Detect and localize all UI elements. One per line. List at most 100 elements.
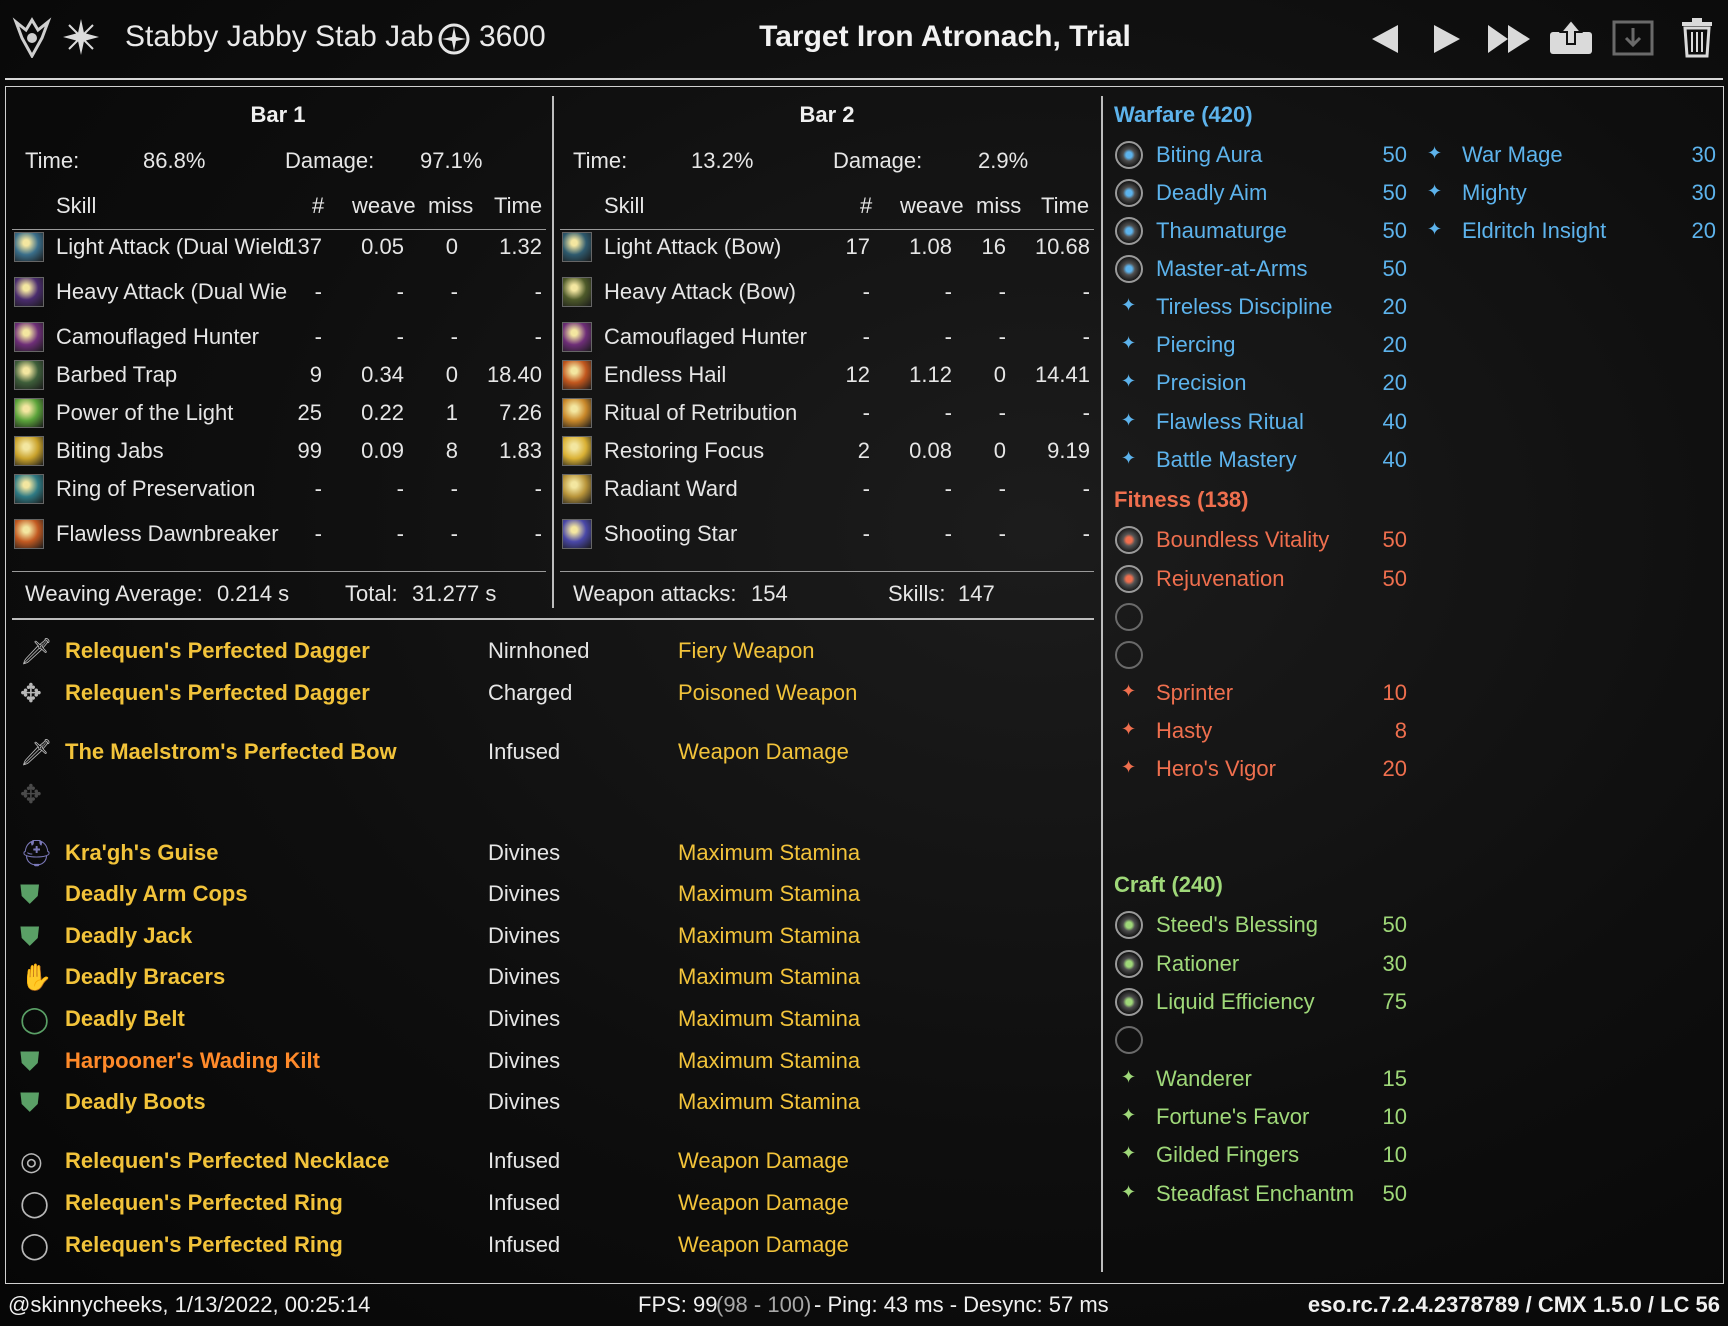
gear-divider (12, 618, 1094, 620)
bar1-header-line (12, 229, 546, 230)
skill-name: Shooting Star (604, 521, 738, 546)
bar1-time-value: 86.8% (143, 148, 206, 173)
cp-points: 10 (1382, 1104, 1407, 1129)
prev-icon[interactable] (1368, 22, 1402, 61)
gear-enchant: Weapon Damage (678, 1232, 849, 1257)
dual-wield-heavy-icon (14, 277, 44, 307)
gear-trait: Divines (488, 840, 561, 865)
legs-icon: ⛊ (20, 1046, 40, 1076)
gear-enchant: Weapon Damage (678, 739, 849, 764)
cp-points: 50 (1382, 527, 1407, 552)
cp-name: Rejuvenation (1156, 566, 1285, 591)
craft-title: Craft (240) (1114, 872, 1223, 897)
bow-heavy-icon (562, 277, 592, 307)
radiant-ward-icon (562, 474, 592, 504)
skill-time: 1.83 (499, 438, 542, 463)
skill-count: 9 (309, 362, 322, 387)
gear-name: Relequen's Perfected Ring (65, 1190, 343, 1215)
cp-name: Eldritch Insight (1462, 218, 1607, 243)
character-name: Stabby Jabby Stab Jab (125, 20, 434, 53)
cp-star-icon: ✦ (1121, 681, 1137, 701)
cp-points: 30 (1382, 951, 1407, 976)
cp-name: Biting Aura (1156, 142, 1263, 167)
skill-count: 99 (297, 438, 322, 463)
skill-miss: 0 (993, 362, 1006, 387)
bar2-col-miss: miss (976, 193, 1022, 218)
skill-count: 137 (285, 234, 322, 259)
gear-enchant: Maximum Stamina (678, 1048, 861, 1073)
cp-name: Master-at-Arms (1156, 256, 1308, 281)
skill-time: - (1082, 279, 1090, 304)
skills-label: Skills: (888, 581, 946, 606)
skill-miss: - (450, 324, 458, 349)
cp-points: 8 (1394, 718, 1407, 743)
bar1-damage-value: 97.1% (420, 148, 483, 173)
skill-count: 2 (857, 438, 870, 463)
gear-enchant: Maximum Stamina (678, 1089, 861, 1114)
cp-name: Hero's Vigor (1156, 756, 1276, 781)
cp-points: 50 (1382, 218, 1407, 243)
bar1-col-time: Time (494, 193, 543, 218)
target-name: Target Iron Atronach, Trial (759, 20, 1131, 53)
gear-name: The Maelstrom's Perfected Bow (65, 739, 397, 764)
cp-points: 20 (1691, 218, 1716, 243)
belt-icon: ◯ (20, 1004, 50, 1034)
bar1-damage-label: Damage: (285, 148, 375, 173)
cp-points: 50 (1382, 566, 1407, 591)
save-icon[interactable] (1612, 20, 1654, 61)
cp-points: 10 (1382, 680, 1407, 705)
cp-points: 30 (1691, 180, 1716, 205)
trash-icon[interactable] (1680, 18, 1714, 63)
gear-enchant: Poisoned Weapon (678, 680, 858, 705)
gloves-icon: ✋ (20, 962, 53, 992)
gear-name: Kra'gh's Guise (65, 840, 219, 865)
bar2-footer-line (560, 571, 1094, 572)
bar2-time-label: Time: (573, 148, 628, 173)
gear-name: Deadly Bracers (65, 964, 226, 989)
barbed-trap-icon (14, 360, 44, 390)
bar2-damage-label: Damage: (833, 148, 923, 173)
upload-icon[interactable] (1548, 18, 1594, 61)
bar1-title: Bar 1 (250, 102, 306, 127)
bar2-col-count: # (860, 193, 873, 218)
cp-name: Steed's Blessing (1156, 912, 1318, 937)
gear-trait: Divines (488, 964, 561, 989)
helmet-icon: ⛑ (20, 838, 54, 868)
skill-time: 7.26 (499, 400, 542, 425)
skill-time: - (534, 279, 542, 304)
skill-count: 17 (845, 234, 870, 259)
cp-points: 75 (1382, 989, 1407, 1014)
skill-time: 9.19 (1047, 438, 1090, 463)
skill-count: - (862, 476, 870, 501)
gear-enchant: Maximum Stamina (678, 964, 861, 989)
gear-enchant: Fiery Weapon (678, 638, 815, 663)
cp-star-icon: ✦ (1121, 1182, 1137, 1202)
bar2-col-time: Time (1041, 193, 1090, 218)
cp-name: Hasty (1156, 718, 1213, 743)
empty-slot-icon (1115, 1026, 1143, 1054)
gear-trait: Divines (488, 923, 561, 948)
skill-name: Light Attack (Bow) (604, 234, 782, 259)
total-value: 31.277 s (412, 581, 497, 606)
skill-count: - (862, 400, 870, 425)
skill-miss: - (450, 521, 458, 546)
bar2-header-line (560, 229, 1094, 230)
bar1-col-count: # (312, 193, 325, 218)
cp-icon (437, 22, 471, 61)
skill-name: Endless Hail (604, 362, 727, 387)
cp-star-icon: ✦ (1121, 333, 1137, 353)
skill-count: - (314, 476, 322, 501)
fast-forward-icon[interactable] (1486, 22, 1532, 61)
skill-miss: - (998, 400, 1006, 425)
cp-name: Boundless Vitality (1156, 527, 1330, 552)
play-icon[interactable] (1430, 22, 1464, 61)
skill-time: - (534, 324, 542, 349)
skill-miss: - (998, 279, 1006, 304)
skill-time: - (1082, 324, 1090, 349)
weaving-average-label: Weaving Average: (25, 581, 203, 606)
star-burst-icon (62, 18, 100, 61)
gear-trait: Divines (488, 1089, 561, 1114)
cp-star-icon: ✦ (1427, 143, 1443, 163)
skill-time: - (1082, 476, 1090, 501)
skill-time: 18.40 (486, 362, 542, 387)
